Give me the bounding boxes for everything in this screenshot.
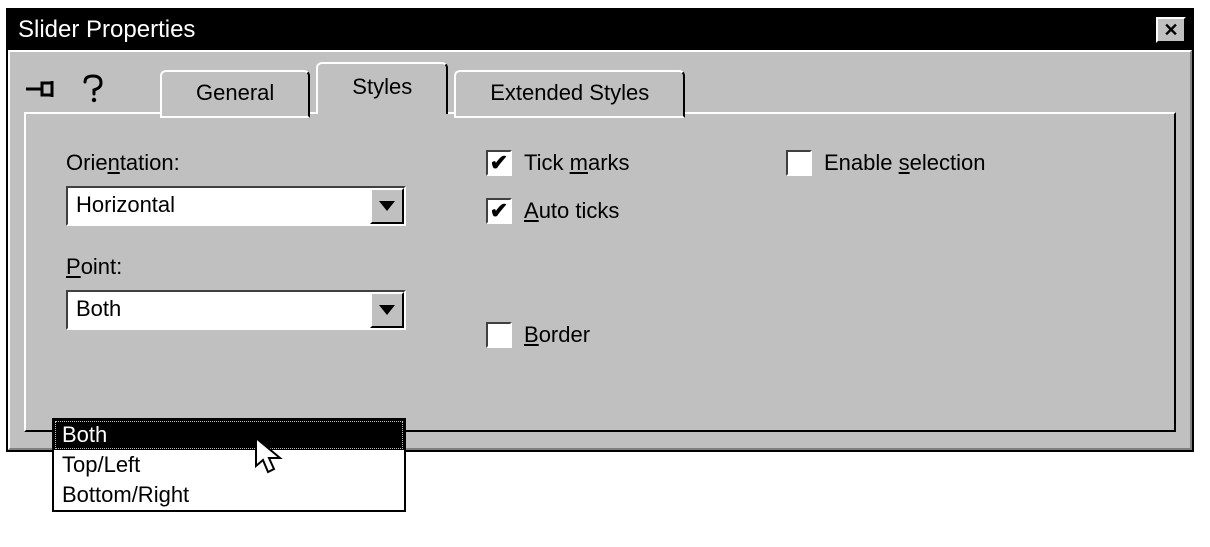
help-icon[interactable] (76, 74, 110, 104)
tab-label: Extended Styles (490, 80, 649, 105)
checkbox-label: Border (524, 322, 590, 348)
window-title: Slider Properties (18, 16, 1156, 44)
enable-selection-checkbox[interactable]: Enable selection (786, 150, 985, 176)
point-label: Point: (66, 254, 486, 280)
tick-marks-checkbox[interactable]: ✔ Tick marks (486, 150, 786, 176)
point-field: Point: Both (66, 254, 486, 330)
dialog-window: Slider Properties ✕ General (6, 8, 1194, 452)
dropdown-option[interactable]: Bottom/Right (54, 480, 404, 510)
tab-label: Styles (352, 74, 412, 99)
client-area: General Styles Extended Styles Orientati… (8, 50, 1192, 450)
dropdown-option[interactable]: Both (54, 420, 404, 450)
point-dropdown[interactable]: Both (66, 290, 406, 330)
orientation-label: Orientation: (66, 150, 486, 176)
checkbox-label: Tick marks (524, 150, 630, 176)
tab-label: General (196, 80, 274, 105)
title-bar[interactable]: Slider Properties ✕ (8, 10, 1192, 50)
orientation-dropdown-button[interactable] (370, 188, 404, 224)
checkbox-label: Enable selection (824, 150, 985, 176)
dropdown-option[interactable]: Top/Left (54, 450, 404, 480)
check-icon: ✔ (490, 198, 508, 224)
border-checkbox[interactable]: Border (486, 322, 786, 348)
checkbox-box (786, 150, 812, 176)
chevron-down-icon (379, 201, 395, 211)
tab-general[interactable]: General (160, 70, 310, 118)
chevron-down-icon (379, 305, 395, 315)
auto-ticks-checkbox[interactable]: ✔ Auto ticks (486, 198, 786, 224)
checkbox-box: ✔ (486, 150, 512, 176)
point-dropdown-button[interactable] (370, 292, 404, 328)
point-dropdown-list[interactable]: Both Top/Left Bottom/Right (52, 418, 406, 512)
tab-styles[interactable]: Styles (316, 62, 448, 114)
point-value: Both (68, 292, 370, 328)
right-column: Enable selection (786, 150, 985, 198)
check-icon: ✔ (490, 150, 508, 176)
tab-strip: General Styles Extended Styles (160, 64, 691, 114)
close-icon: ✕ (1163, 21, 1178, 39)
tab-extended-styles[interactable]: Extended Styles (454, 70, 685, 118)
styles-panel: Orientation: Horizontal Point: (24, 112, 1176, 432)
checkbox-box: ✔ (486, 198, 512, 224)
pin-icon[interactable] (24, 74, 58, 104)
orientation-value: Horizontal (68, 188, 370, 224)
orientation-field: Orientation: Horizontal (66, 150, 486, 226)
toolbar (24, 74, 110, 104)
checkbox-box (486, 322, 512, 348)
checkbox-label: Auto ticks (524, 198, 619, 224)
middle-column: ✔ Tick marks ✔ Auto ticks (486, 150, 786, 370)
left-column: Orientation: Horizontal Point: (66, 150, 486, 358)
orientation-dropdown[interactable]: Horizontal (66, 186, 406, 226)
close-button[interactable]: ✕ (1156, 17, 1186, 43)
